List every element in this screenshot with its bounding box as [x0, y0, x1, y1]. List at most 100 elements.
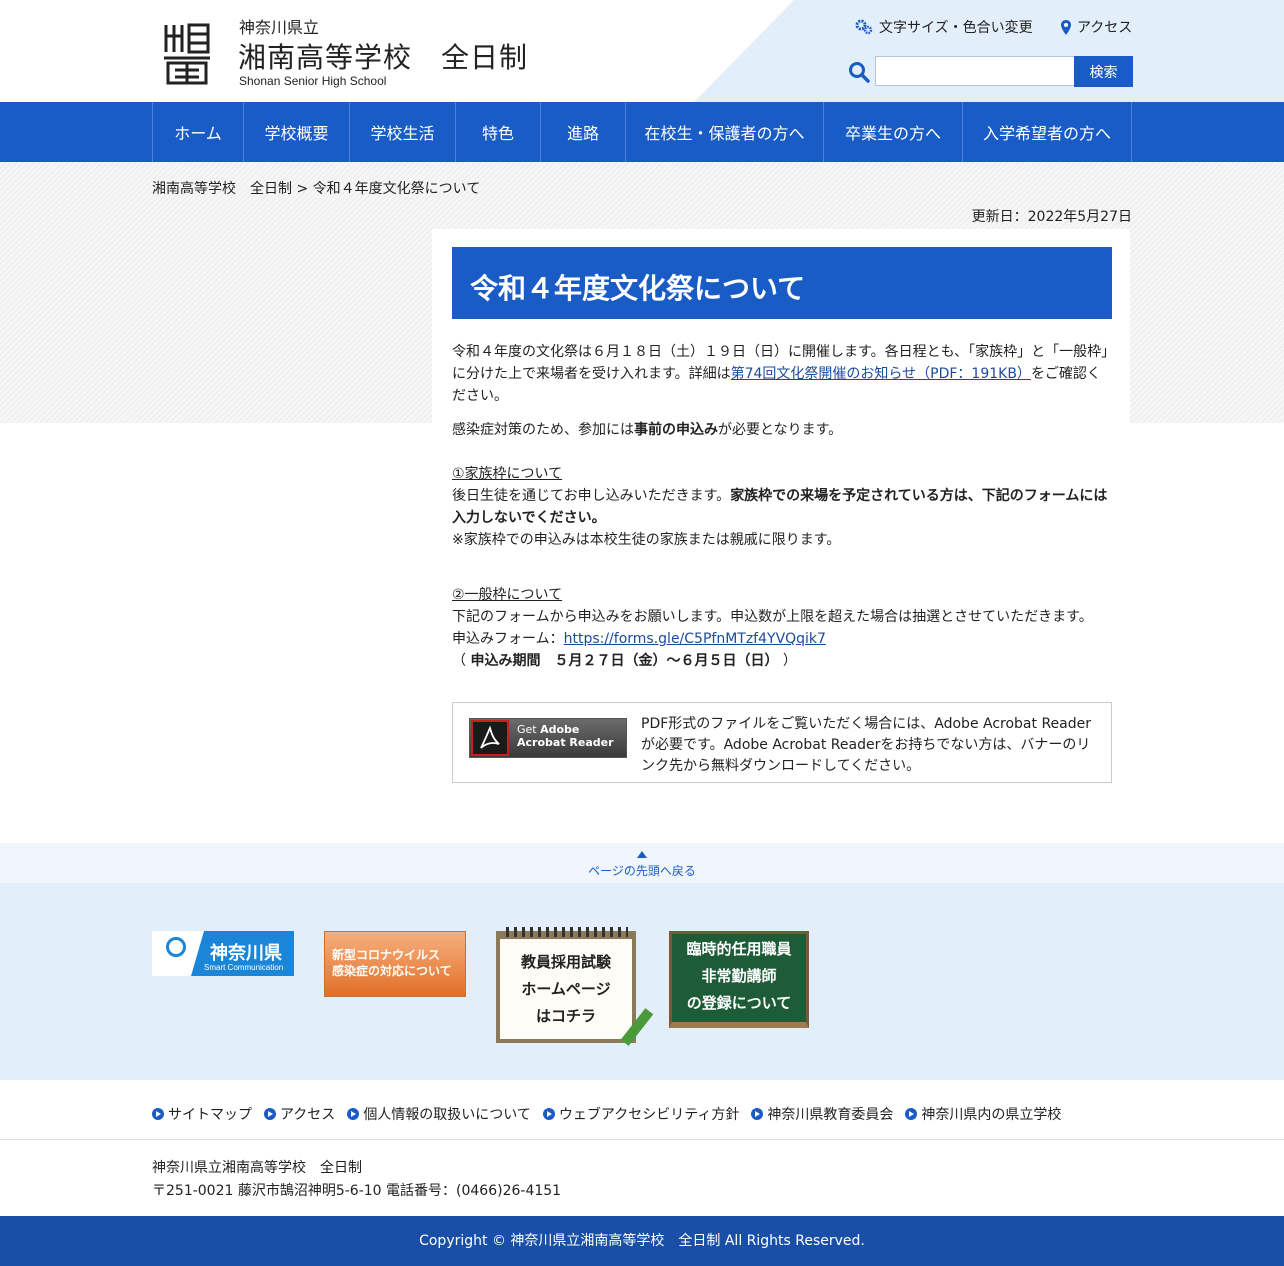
- header-accent-bg: [694, 0, 1284, 102]
- form-line: 申込みフォーム：https://forms.gle/C5PfnMTzf4YVQq…: [452, 628, 1114, 650]
- family-body: 後日生徒を通じてお申し込みいただきます。家族枠での来場を予定されている方は、下記…: [452, 485, 1114, 529]
- shonan-logo-icon[interactable]: [162, 22, 212, 86]
- period-line: （ 申込み期間 ５月２７日（金）～６月５日（日） ）: [452, 650, 1114, 672]
- get-acrobat-banner[interactable]: Get Adobe Acrobat Reader: [469, 718, 627, 758]
- exam-banner-line3: はコチラ: [535, 1007, 596, 1025]
- exam-banner-line2: ホームページ: [521, 980, 611, 998]
- breadcrumb-current: 令和４年度文化祭について: [312, 181, 481, 197]
- prefecture-label: 神奈川県立: [239, 18, 320, 37]
- breadcrumb-home[interactable]: 湘南高等学校 全日制: [152, 181, 292, 197]
- family-section: ①家族枠について 後日生徒を通じてお申し込みいただきます。家族枠での来場を予定さ…: [452, 463, 1114, 551]
- kanagawa-banner-title: 神奈川県: [210, 943, 282, 964]
- exam-banner-line1: 教員採用試験: [520, 953, 611, 971]
- banner-area: 神奈川県 Smart Communication 新型コロナウイルス 感染症の対…: [0, 883, 1284, 1080]
- general-heading: ②一般枠について: [452, 587, 563, 603]
- precaution-bold: 事前の申込み: [634, 422, 718, 438]
- nav-item-applicants[interactable]: 入学希望者の方へ: [963, 102, 1132, 162]
- board-banner-line3: の登録について: [686, 994, 792, 1012]
- search-button[interactable]: 検索: [1074, 56, 1133, 87]
- intro-paragraph: 令和４年度の文化祭は６月１８日（土）１９日（日）に開催します。各日程とも、「家族…: [452, 341, 1114, 407]
- bullet-arrow-icon: [152, 1108, 164, 1120]
- corona-banner[interactable]: 新型コロナウイルス 感染症の対応について: [324, 931, 466, 997]
- map-pin-icon: [1061, 19, 1071, 35]
- corona-banner-line1: 新型コロナウイルス: [332, 948, 441, 962]
- search-input[interactable]: [875, 56, 1075, 86]
- nav-item-school-life[interactable]: 学校生活: [350, 102, 456, 162]
- teacher-exam-banner[interactable]: 教員採用試験 ホームページ はコチラ: [496, 927, 654, 1046]
- footer-link-board-of-education[interactable]: 神奈川県教育委員会: [751, 1104, 893, 1124]
- footer-link-sitemap[interactable]: サイトマップ: [152, 1104, 252, 1124]
- footer-link-label: アクセス: [280, 1107, 336, 1123]
- kanagawa-banner[interactable]: 神奈川県 Smart Communication: [152, 931, 294, 976]
- footer-link-label: 神奈川県内の県立学校: [921, 1107, 1062, 1123]
- family-note: ※家族枠での申込みは本校生徒の家族または親戚に限ります。: [452, 532, 841, 548]
- footer-link-label: 個人情報の取扱いについて: [363, 1107, 531, 1123]
- bullet-arrow-icon: [347, 1108, 360, 1120]
- footer-link-label: サイトマップ: [168, 1107, 252, 1123]
- text-size-link[interactable]: 文字サイズ・色合い変更: [855, 17, 1033, 37]
- nav-item-students-parents[interactable]: 在校生・保護者の方へ: [626, 102, 824, 162]
- precaution-text-b: が必要となります。: [718, 422, 843, 438]
- bullet-arrow-icon: [264, 1108, 276, 1120]
- spiral-binding: [506, 927, 628, 937]
- banner-reader: Acrobat Reader: [517, 736, 614, 749]
- kanagawa-logo-icon: [152, 931, 204, 976]
- global-nav: ホーム 学校概要 学校生活 特色 進路 在校生・保護者の方へ 卒業生の方へ 入学…: [0, 102, 1284, 162]
- nav-item-features[interactable]: 特色: [456, 102, 541, 162]
- text-size-label: 文字サイズ・色合い変更: [879, 20, 1033, 36]
- page-top-link[interactable]: ページの先頭へ戻る: [0, 843, 1284, 883]
- form-link[interactable]: https://forms.gle/C5PfnMTzf4YVQqik7: [564, 631, 826, 647]
- copyright-bar: Copyright © 神奈川県立湘南高等学校 全日制 All Rights R…: [0, 1216, 1284, 1266]
- search-icon: [849, 62, 870, 83]
- acrobat-description: PDF形式のファイルをご覧いただく場合には、Adobe Acrobat Read…: [641, 716, 1092, 774]
- pdf-notice-link[interactable]: 第74回文化祭開催のお知らせ（PDF：191KB）: [731, 366, 1031, 382]
- precaution-text-a: 感染症対策のため、参加には: [452, 422, 634, 438]
- nav-item-about[interactable]: 学校概要: [244, 102, 350, 162]
- board-banner-line1: 臨時的任用職員: [686, 940, 792, 958]
- corona-banner-line2: 感染症の対応について: [332, 964, 452, 978]
- temporary-staff-banner[interactable]: 臨時的任用職員 非常勤講師 の登録について: [669, 931, 809, 1028]
- breadcrumb-separator: >: [292, 181, 313, 197]
- breadcrumb: 湘南高等学校 全日制 > 令和４年度文化祭について: [152, 178, 480, 198]
- nav-item-graduates[interactable]: 卒業生の方へ: [824, 102, 963, 162]
- board-banner-line2: 非常勤講師: [701, 967, 777, 985]
- footer-link-label: 神奈川県教育委員会: [767, 1107, 894, 1123]
- general-section: ②一般枠について 下記のフォームから申込みをお願いします。申込数が上限を超えた場…: [452, 584, 1114, 672]
- precaution-paragraph: 感染症対策のため、参加には事前の申込みが必要となります。: [452, 419, 1114, 441]
- gear-icon: [855, 19, 873, 35]
- address-contact: 〒251-0021 藤沢市鵠沼神明5-6-10 電話番号：(0466)26-41…: [152, 1183, 562, 1199]
- general-text: 下記のフォームから申込みをお願いします。申込数が上限を超えた場合は抽選とさせてい…: [452, 609, 1093, 625]
- period-open: （: [452, 653, 471, 669]
- period-close: ）: [778, 653, 797, 669]
- bullet-arrow-icon: [751, 1108, 764, 1120]
- acrobat-banner-text: Get Adobe Acrobat Reader: [517, 723, 614, 749]
- site-header: 神奈川県立 湘南高等学校 全日制 Shonan Senior High Scho…: [0, 0, 1284, 102]
- footer-link-privacy[interactable]: 個人情報の取扱いについて: [347, 1104, 531, 1124]
- school-address: 神奈川県立湘南高等学校 全日制 〒251-0021 藤沢市鵠沼神明5-6-10 …: [152, 1157, 561, 1203]
- form-label: 申込みフォーム：: [452, 631, 564, 647]
- arrow-up-icon: [637, 851, 647, 858]
- footer-link-prefectural-schools[interactable]: 神奈川県内の県立学校: [905, 1104, 1061, 1124]
- banner-adobe: Adobe: [540, 723, 580, 736]
- bullet-arrow-icon: [905, 1108, 918, 1120]
- school-name-en: Shonan Senior High School: [239, 74, 387, 88]
- kanagawa-banner-sub: Smart Communication: [204, 963, 284, 972]
- nav-item-career[interactable]: 進路: [541, 102, 626, 162]
- access-label: アクセス: [1077, 20, 1133, 36]
- footer-link-accessibility[interactable]: ウェブアクセシビリティ方針: [542, 1104, 740, 1124]
- application-period: 申込み期間 ５月２７日（金）～６月５日（日）: [470, 653, 779, 669]
- banner-get: Get: [517, 723, 541, 736]
- page-top-label: ページの先頭へ戻る: [588, 864, 696, 878]
- family-text: 後日生徒を通じてお申し込みいただきます。: [452, 488, 731, 504]
- acrobat-icon: [471, 720, 509, 756]
- page-title: 令和４年度文化祭について: [452, 247, 1112, 319]
- access-link[interactable]: アクセス: [1061, 17, 1132, 37]
- footer-link-access[interactable]: アクセス: [264, 1104, 335, 1124]
- footer-link-label: ウェブアクセシビリティ方針: [558, 1107, 740, 1123]
- family-heading: ①家族枠について: [452, 466, 563, 482]
- address-school-name: 神奈川県立湘南高等学校 全日制: [152, 1160, 362, 1176]
- nav-item-home[interactable]: ホーム: [153, 102, 244, 162]
- footer-links: サイトマップ アクセス 個人情報の取扱いについて ウェブアクセシビリティ方針 神…: [0, 1080, 1284, 1140]
- school-name[interactable]: 湘南高等学校 全日制: [238, 36, 528, 76]
- acrobat-notice: Get Adobe Acrobat Reader PDF形式のファイルをご覧いた…: [452, 702, 1112, 783]
